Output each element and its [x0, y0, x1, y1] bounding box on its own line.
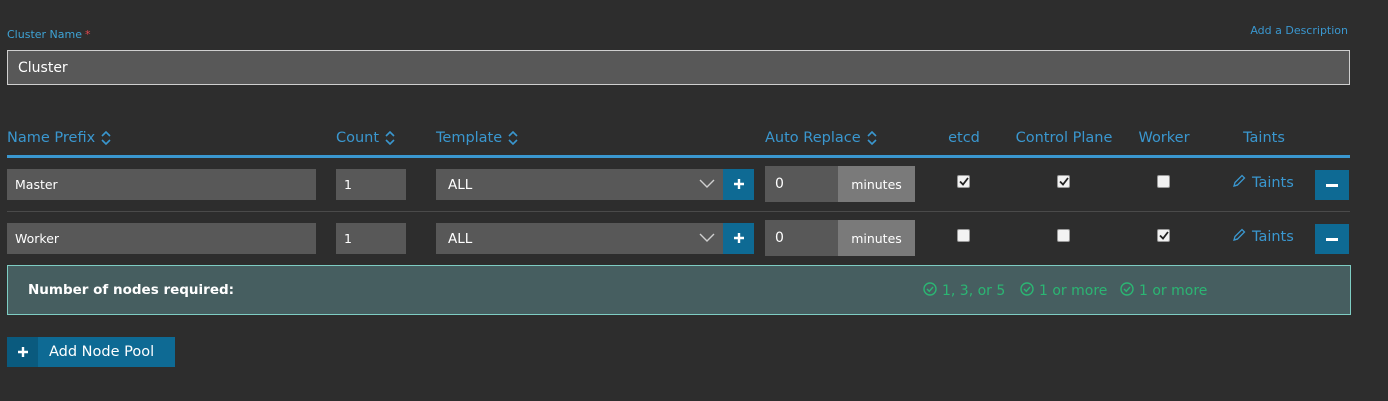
minus-icon — [1326, 183, 1338, 187]
taints-label: Taints — [1252, 229, 1294, 245]
etcd-requirement: 1, 3, or 5 — [923, 282, 1005, 300]
row-divider — [7, 211, 1350, 212]
header-template[interactable]: Template — [436, 130, 518, 146]
count-input[interactable] — [336, 169, 406, 200]
sort-icon — [101, 131, 111, 145]
sort-icon — [867, 131, 877, 145]
add-node-pool-button[interactable]: Add Node Pool — [7, 337, 175, 367]
name-prefix-input[interactable] — [7, 223, 316, 254]
header-auto-replace[interactable]: Auto Replace — [765, 130, 877, 146]
auto-replace-input[interactable] — [765, 166, 838, 202]
check-circle-icon — [1120, 282, 1134, 300]
etcd-checkbox[interactable] — [957, 175, 970, 188]
add-template-button[interactable] — [723, 223, 754, 254]
header-taints: Taints — [1243, 130, 1285, 146]
cluster-name-label: Cluster Name * — [7, 28, 91, 41]
template-select[interactable]: ALL — [436, 169, 723, 200]
auto-replace-input[interactable] — [765, 220, 838, 256]
etcd-checkbox[interactable] — [957, 229, 970, 242]
sort-icon — [385, 131, 395, 145]
control-plane-checkbox[interactable] — [1057, 175, 1070, 188]
name-prefix-input[interactable] — [7, 169, 316, 200]
auto-replace-unit: minutes — [838, 166, 915, 202]
plus-icon — [7, 337, 38, 367]
remove-row-button[interactable] — [1315, 224, 1349, 254]
header-worker: Worker — [1138, 130, 1190, 146]
control-plane-checkbox[interactable] — [1057, 229, 1070, 242]
worker-requirement-text: 1 or more — [1139, 283, 1208, 299]
check-circle-icon — [1020, 282, 1034, 300]
check-icon — [958, 177, 969, 186]
header-auto-replace-label: Auto Replace — [765, 130, 861, 146]
node-requirements-summary: Number of nodes required: 1, 3, or 5 1 o… — [7, 265, 1351, 315]
add-template-button[interactable] — [723, 169, 754, 200]
cluster-name-label-text: Cluster Name — [7, 28, 82, 41]
add-node-pool-label: Add Node Pool — [49, 344, 155, 360]
control-plane-requirement-text: 1 or more — [1039, 283, 1108, 299]
check-icon — [1158, 231, 1169, 240]
check-circle-icon — [923, 282, 937, 300]
worker-checkbox[interactable] — [1157, 229, 1170, 242]
header-etcd: etcd — [948, 130, 980, 146]
remove-row-button[interactable] — [1315, 170, 1349, 200]
control-plane-requirement: 1 or more — [1020, 282, 1107, 300]
template-select-value: ALL — [448, 230, 473, 247]
minus-icon — [1326, 237, 1338, 241]
header-divider — [7, 155, 1350, 158]
etcd-requirement-text: 1, 3, or 5 — [942, 283, 1006, 299]
header-name-prefix-label: Name Prefix — [7, 130, 96, 146]
auto-replace-unit: minutes — [838, 220, 915, 256]
add-description-link[interactable]: Add a Description — [1250, 24, 1348, 37]
chevron-down-icon — [699, 231, 715, 247]
template-select-value: ALL — [448, 176, 473, 193]
header-count[interactable]: Count — [336, 130, 395, 146]
header-count-label: Count — [336, 130, 380, 146]
header-template-label: Template — [436, 130, 503, 146]
check-icon — [1058, 177, 1069, 186]
header-control-plane: Control Plane — [1015, 130, 1113, 146]
template-select[interactable]: ALL — [436, 223, 723, 254]
worker-checkbox[interactable] — [1157, 175, 1170, 188]
plus-icon — [733, 229, 745, 248]
required-mark: * — [85, 28, 91, 41]
worker-requirement: 1 or more — [1120, 282, 1207, 300]
cluster-name-input[interactable] — [7, 50, 1350, 85]
count-input[interactable] — [336, 223, 406, 254]
summary-label: Number of nodes required: — [28, 282, 235, 298]
header-name-prefix[interactable]: Name Prefix — [7, 130, 111, 146]
taints-link[interactable]: Taints — [1232, 228, 1294, 246]
chevron-down-icon — [699, 177, 715, 193]
taints-label: Taints — [1252, 175, 1294, 191]
sort-icon — [508, 131, 518, 145]
taints-link[interactable]: Taints — [1232, 174, 1294, 192]
pencil-icon — [1232, 228, 1246, 246]
plus-icon — [733, 175, 745, 194]
pencil-icon — [1232, 174, 1246, 192]
